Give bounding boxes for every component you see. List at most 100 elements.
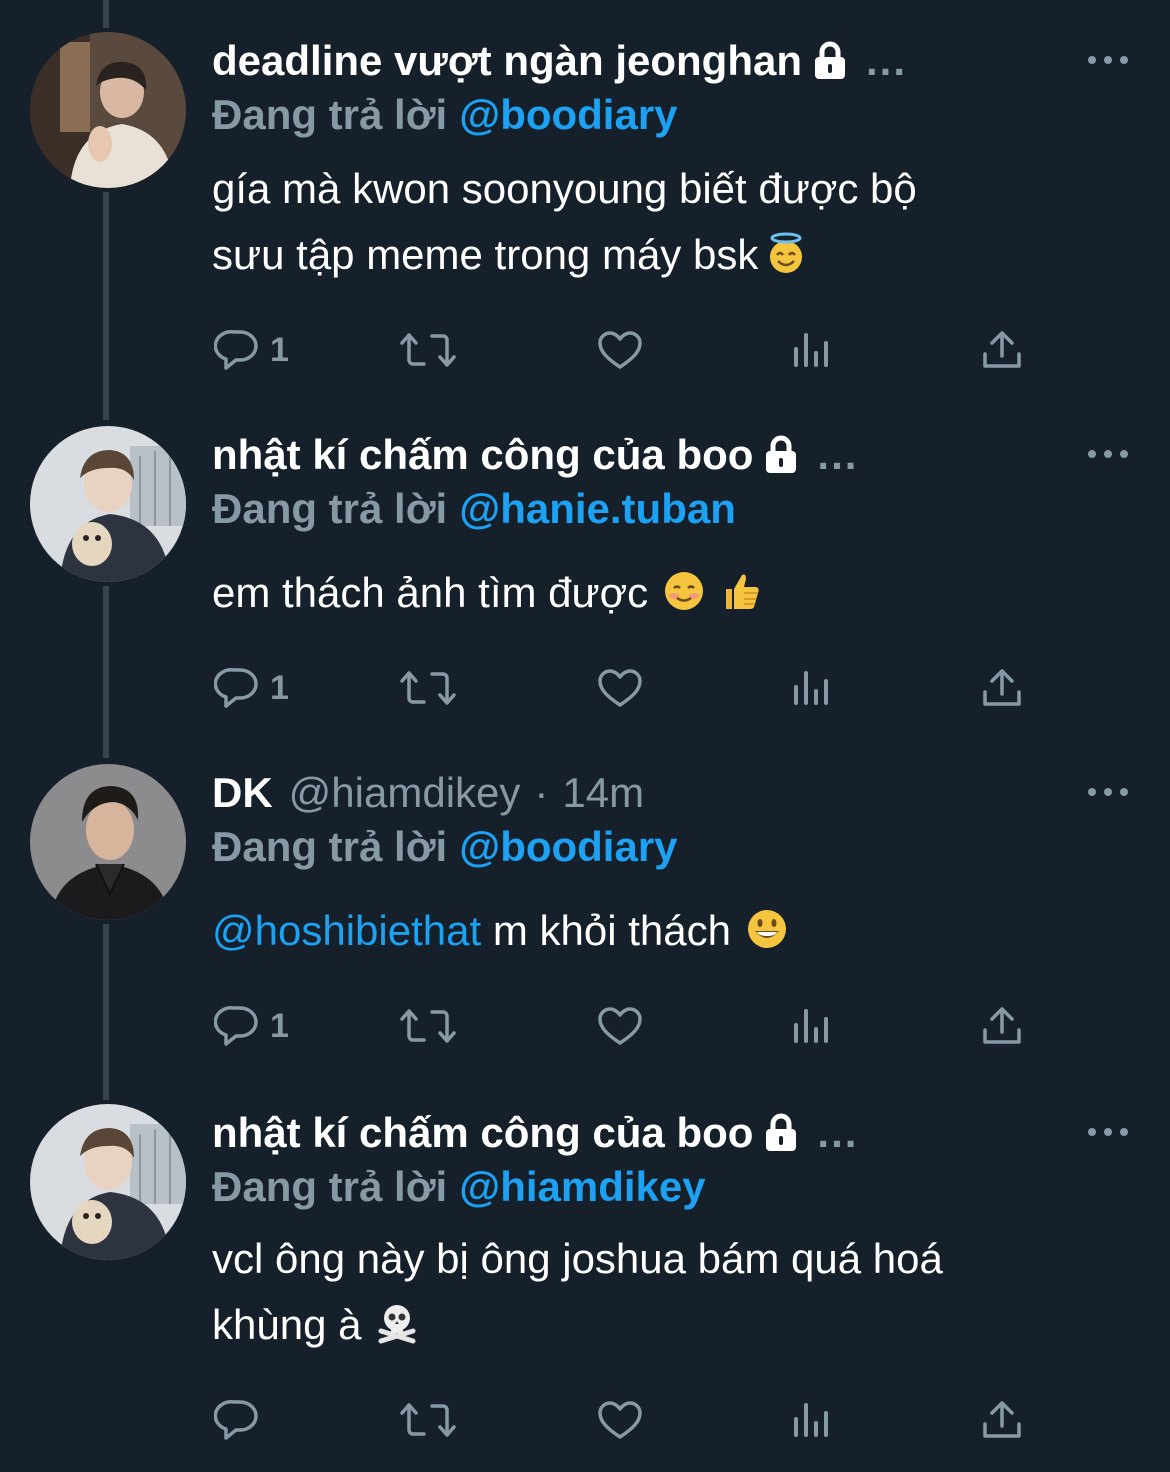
replying-to: Đang trả lời @hiamdikey <box>212 1160 706 1214</box>
tweet-actions: 1 <box>0 320 1170 380</box>
timestamp[interactable]: 14m <box>562 766 644 820</box>
views-button[interactable] <box>792 996 832 1056</box>
tweet-text-line: em thách ảnh tìm được <box>212 560 1112 626</box>
views-button[interactable] <box>792 320 832 380</box>
tweet-actions: 1 <box>0 658 1170 718</box>
avatar-photo <box>30 764 186 920</box>
replying-to: Đang trả lời @hanie.tuban <box>212 482 736 536</box>
tweet-actions <box>0 1390 1170 1450</box>
thumbs-up-emoji <box>726 574 759 609</box>
retweet-icon <box>400 1403 456 1437</box>
name-ellipsis: ... <box>817 431 859 478</box>
share-icon <box>983 669 1021 706</box>
share-button[interactable] <box>982 658 1024 718</box>
retweet-button[interactable] <box>400 658 458 718</box>
tweet-text-line: gía mà kwon soonyoung biết được bộ <box>212 165 917 212</box>
reply-icon <box>214 1006 258 1046</box>
avatar[interactable] <box>30 32 186 188</box>
lock-icon <box>761 1111 801 1155</box>
tweet-text: em thách ảnh tìm được <box>212 560 1112 626</box>
views-button[interactable] <box>792 658 832 718</box>
reply-count: 1 <box>270 1006 289 1045</box>
avatar-photo <box>30 32 186 188</box>
lock-icon <box>810 39 850 83</box>
tweet-text: vcl ông này bị ông joshua bám quá hoá kh… <box>212 1226 1112 1358</box>
views-button[interactable] <box>792 1390 832 1450</box>
handle[interactable]: @hiamdikey <box>289 766 521 820</box>
retweet-button[interactable] <box>400 996 458 1056</box>
heart-icon <box>598 331 642 369</box>
tweet-header: DK @hiamdikey · 14m <box>212 766 644 820</box>
tweet-text-line: vcl ông này bị ông joshua bám quá hoá <box>212 1235 943 1282</box>
tweet-header: deadline vượt ngàn jeonghan ... <box>212 34 907 88</box>
replying-to-mention[interactable]: @boodiary <box>459 823 677 870</box>
avatar-photo <box>30 426 186 582</box>
retweet-button[interactable] <box>400 1390 458 1450</box>
replying-to-label: Đang trả lời <box>212 91 448 138</box>
reply-button[interactable] <box>214 1390 270 1450</box>
like-button[interactable] <box>596 996 644 1056</box>
share-button[interactable] <box>982 1390 1024 1450</box>
more-options-icon[interactable] <box>1086 444 1130 464</box>
avatar[interactable] <box>30 1104 186 1260</box>
share-button[interactable] <box>982 996 1024 1056</box>
replying-to-label: Đang trả lời <box>212 485 448 532</box>
heart-icon <box>598 669 642 707</box>
avatar[interactable] <box>30 426 186 582</box>
analytics-icon <box>794 1009 828 1043</box>
display-name[interactable]: nhật kí chấm công của boo <box>212 1106 753 1160</box>
tweet-header: nhật kí chấm công của boo ... <box>212 428 858 482</box>
grinning-face-emoji <box>747 910 786 948</box>
avatar[interactable] <box>30 764 186 920</box>
replying-to: Đang trả lời @boodiary <box>212 820 678 874</box>
replying-to-label: Đang trả lời <box>212 823 448 870</box>
more-options-icon[interactable] <box>1086 50 1130 70</box>
like-button[interactable] <box>596 1390 644 1450</box>
share-icon <box>983 331 1021 368</box>
replying-to: Đang trả lời @boodiary <box>212 88 678 142</box>
skull-and-crossbones-emoji <box>378 1305 416 1344</box>
reply-icon <box>214 330 258 370</box>
tweet-text-segment: khùng à <box>212 1301 362 1348</box>
replying-to-mention[interactable]: @hiamdikey <box>459 1163 705 1210</box>
retweet-button[interactable] <box>400 320 458 380</box>
tweet-header: nhật kí chấm công của boo ... <box>212 1106 858 1160</box>
display-name[interactable]: nhật kí chấm công của boo <box>212 428 753 482</box>
reply-button[interactable]: 1 <box>214 658 289 718</box>
replying-to-mention[interactable]: @boodiary <box>459 91 677 138</box>
display-name[interactable]: deadline vượt ngàn jeonghan <box>212 34 802 88</box>
tweet-text-line: khùng à <box>212 1292 1112 1358</box>
tweet-actions: 1 <box>0 996 1170 1056</box>
retweet-icon <box>400 333 456 367</box>
replying-to-label: Đang trả lời <box>212 1163 448 1210</box>
reply-button[interactable]: 1 <box>214 996 289 1056</box>
analytics-icon <box>794 333 828 367</box>
name-ellipsis: ... <box>817 1109 859 1156</box>
lock-icon <box>761 433 801 477</box>
smiling-face-emoji <box>665 572 704 610</box>
reply-icon <box>214 668 258 708</box>
more-options-icon[interactable] <box>1086 1122 1130 1142</box>
tweet[interactable]: deadline vượt ngàn jeonghan ... Đang trả… <box>0 0 1170 420</box>
tweet-text: @hoshibiethat m khỏi thách <box>212 898 1112 964</box>
display-name[interactable]: DK <box>212 766 273 820</box>
tweet-text-segment: em thách ảnh tìm được <box>212 569 649 616</box>
reply-button[interactable]: 1 <box>214 320 289 380</box>
reply-count: 1 <box>270 668 289 707</box>
reply-icon <box>214 1400 258 1440</box>
share-icon <box>983 1007 1021 1044</box>
tweet-text-segment: m khỏi thách <box>492 907 731 954</box>
analytics-icon <box>794 671 828 705</box>
share-button[interactable] <box>982 320 1024 380</box>
like-button[interactable] <box>596 320 644 380</box>
analytics-icon <box>794 1403 828 1437</box>
heart-icon <box>598 1401 642 1439</box>
more-options-icon[interactable] <box>1086 782 1130 802</box>
like-button[interactable] <box>596 658 644 718</box>
replying-to-mention[interactable]: @hanie.tuban <box>459 485 736 532</box>
name-ellipsis: ... <box>866 37 908 84</box>
separator-dot: · <box>534 769 549 816</box>
share-icon <box>983 1401 1021 1438</box>
tweet-mention[interactable]: @hoshibiethat <box>212 907 481 954</box>
avatar-photo <box>30 1104 186 1260</box>
